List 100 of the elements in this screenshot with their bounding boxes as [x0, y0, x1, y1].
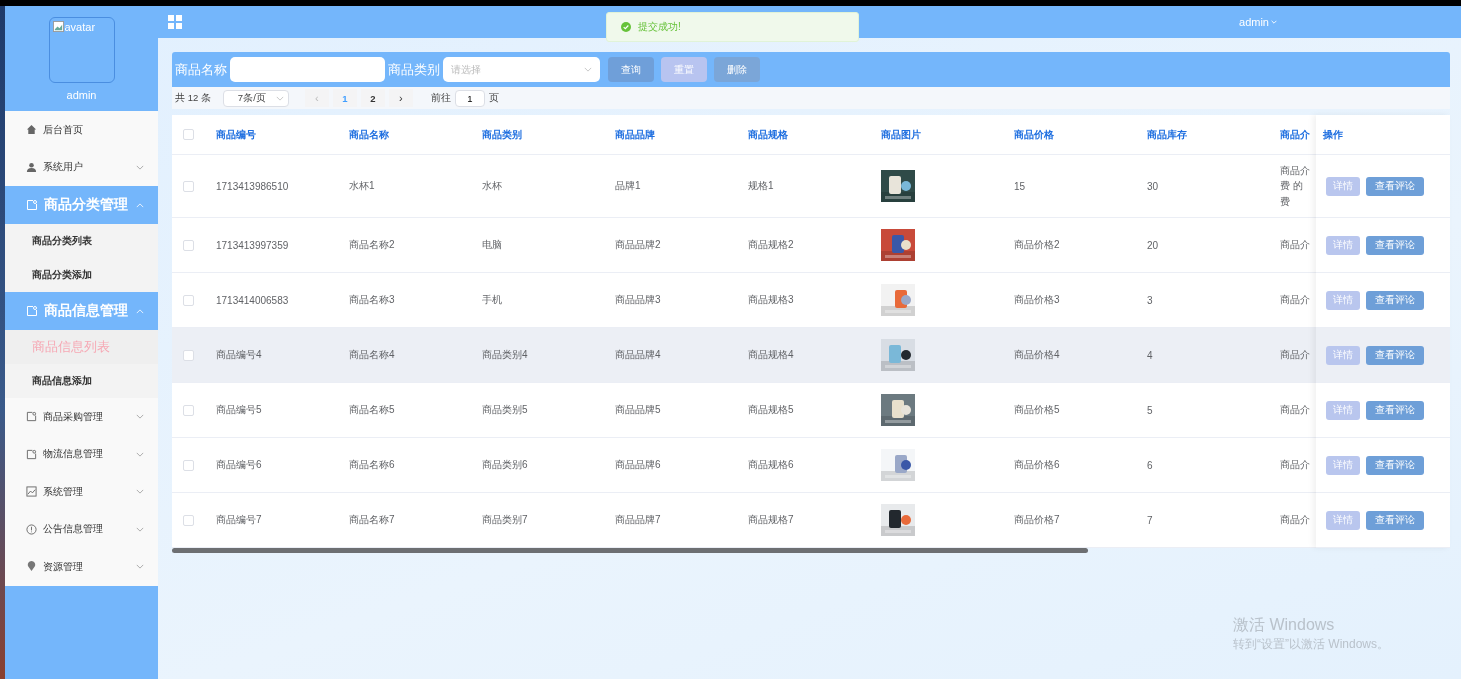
column-header: 商品类别: [481, 127, 523, 142]
table-cell-text: 商品规格6: [747, 458, 795, 472]
table-cell-text: 商品介费 的费: [1279, 163, 1311, 209]
menu-item[interactable]: 系统管理: [5, 473, 158, 511]
table-cell-text: 商品名称3: [348, 293, 396, 307]
table-cell-text: 商品品牌4: [614, 348, 662, 362]
next-page-button[interactable]: ›: [388, 89, 413, 107]
user-icon: [26, 161, 37, 173]
table-cell-text: 商品价格3: [1013, 293, 1061, 307]
search-button[interactable]: 删除: [714, 57, 760, 82]
table-cell-text: 商品规格3: [747, 293, 795, 307]
table-cell-text: 商品类别6: [481, 458, 529, 472]
table-cell-text: 商品品牌3: [614, 293, 662, 307]
grid-menu-icon[interactable]: [168, 15, 182, 29]
row-action-button[interactable]: 详情: [1326, 290, 1360, 310]
column-header: 商品图片: [880, 127, 922, 142]
username: admin: [66, 89, 97, 101]
column-header: 商品库存: [1146, 127, 1188, 142]
column-header: 商品编号: [215, 127, 257, 142]
goto-label: 前往: [430, 91, 451, 105]
image-icon: [26, 486, 37, 498]
row-checkbox[interactable]: [183, 239, 194, 251]
table-cell-text: 1713413997359: [215, 239, 290, 251]
field-label: 商品名称: [175, 60, 227, 79]
location-pin-icon: [26, 561, 37, 573]
submenu-item[interactable]: 商品信息添加: [5, 364, 158, 398]
category-select[interactable]: 请选择: [443, 57, 600, 82]
table-cell-text: 商品规格7: [747, 513, 795, 527]
row-action-button[interactable]: 详情: [1326, 510, 1360, 530]
row-action-button[interactable]: 详情: [1326, 400, 1360, 420]
menu-item[interactable]: 后台首页: [5, 111, 158, 149]
chevron-icon: [584, 67, 592, 72]
document-icon: [26, 305, 38, 317]
table-cell-text: 商品规格4: [747, 348, 795, 362]
row-checkbox[interactable]: [183, 514, 194, 526]
chevron-icon: [136, 308, 144, 314]
page-size-select[interactable]: 7条/页: [222, 89, 289, 107]
previous-page-button[interactable]: ‹: [304, 89, 329, 107]
row-action-button[interactable]: 查看评论: [1366, 176, 1424, 196]
row-action-button[interactable]: 查看评论: [1366, 235, 1424, 255]
row-checkbox[interactable]: [183, 459, 194, 471]
row-checkbox[interactable]: [183, 294, 194, 306]
menu-item[interactable]: 系统用户: [5, 148, 158, 186]
column-header: 商品品牌: [614, 127, 656, 142]
table-cell-text: 商品价格6: [1013, 458, 1061, 472]
table-cell-text: 15: [1013, 180, 1027, 192]
menu-item[interactable]: 公告信息管理: [5, 510, 158, 548]
page-input[interactable]: 1: [454, 89, 485, 107]
search-button[interactable]: 查询: [608, 57, 654, 82]
menu-item[interactable]: 资源管理: [5, 548, 158, 586]
row-action-button[interactable]: 详情: [1326, 176, 1360, 196]
table-cell-text: 商品价格2: [1013, 238, 1061, 252]
document-icon: [26, 411, 37, 423]
table-row[interactable]: 商品编号4 商品名称4 商品类别4 商品品牌4 商品规格4 商品价格4 4 商品介: [172, 328, 1316, 383]
table-cell-text: 商品名称7: [348, 513, 396, 527]
table-cell-text: 商品介: [1279, 348, 1311, 363]
page-number[interactable]: 1: [332, 89, 357, 107]
row-checkbox[interactable]: [183, 404, 194, 416]
column-header: 商品名称: [348, 127, 390, 142]
table-cell-text: 商品编号5: [215, 403, 263, 417]
chevron-icon: [136, 526, 144, 532]
row-action-button[interactable]: 详情: [1326, 235, 1360, 255]
chevron-icon: [1271, 20, 1277, 24]
home-icon: [26, 124, 37, 136]
row-action-button[interactable]: 查看评论: [1366, 345, 1424, 365]
row-action-button[interactable]: 查看评论: [1366, 510, 1424, 530]
column-header: 商品介: [1279, 127, 1311, 142]
page-number[interactable]: 2: [360, 89, 385, 107]
table-cell-text: 规格1: [747, 179, 775, 193]
chevron-icon: [136, 451, 144, 457]
table-cell-text: 电脑: [481, 238, 503, 252]
table-cell-text: 7: [1146, 514, 1154, 526]
chevron-icon: [136, 489, 144, 495]
select-all-checkbox[interactable]: [183, 129, 194, 140]
row-action-button[interactable]: 查看评论: [1366, 290, 1424, 310]
row-checkbox[interactable]: [183, 349, 194, 361]
avatar-alt-text: avatar: [64, 21, 96, 33]
menu-item[interactable]: 物流信息管理: [5, 435, 158, 473]
submenu-item[interactable]: 商品分类添加: [5, 258, 158, 292]
table-cell-text: 品牌1: [614, 179, 642, 193]
table-cell-text: 商品编号4: [215, 348, 263, 362]
user-dropdown[interactable]: admin: [1239, 16, 1277, 28]
table-cell-text: 商品品牌7: [614, 513, 662, 527]
table-cell-text: 商品编号6: [215, 458, 263, 472]
table-cell-text: 商品品牌2: [614, 238, 662, 252]
table-cell-text: 商品名称5: [348, 403, 396, 417]
row-checkbox[interactable]: [183, 180, 194, 192]
name-input[interactable]: [230, 57, 385, 82]
table-cell-text: 5: [1146, 404, 1154, 416]
table-cell-text: 商品介: [1279, 513, 1311, 528]
row-action-button[interactable]: 详情: [1326, 455, 1360, 475]
scrollbar-thumb[interactable]: [172, 548, 1088, 553]
row-action-button[interactable]: 详情: [1326, 345, 1360, 365]
submenu-item[interactable]: 商品信息列表: [5, 330, 158, 364]
table-cell-text: 商品品牌6: [614, 458, 662, 472]
row-action-button[interactable]: 查看评论: [1366, 455, 1424, 475]
table-cell-text: 商品介: [1279, 458, 1311, 473]
submenu-item[interactable]: 商品分类列表: [5, 224, 158, 258]
menu-item[interactable]: 商品采购管理: [5, 398, 158, 436]
row-action-button[interactable]: 查看评论: [1366, 400, 1424, 420]
